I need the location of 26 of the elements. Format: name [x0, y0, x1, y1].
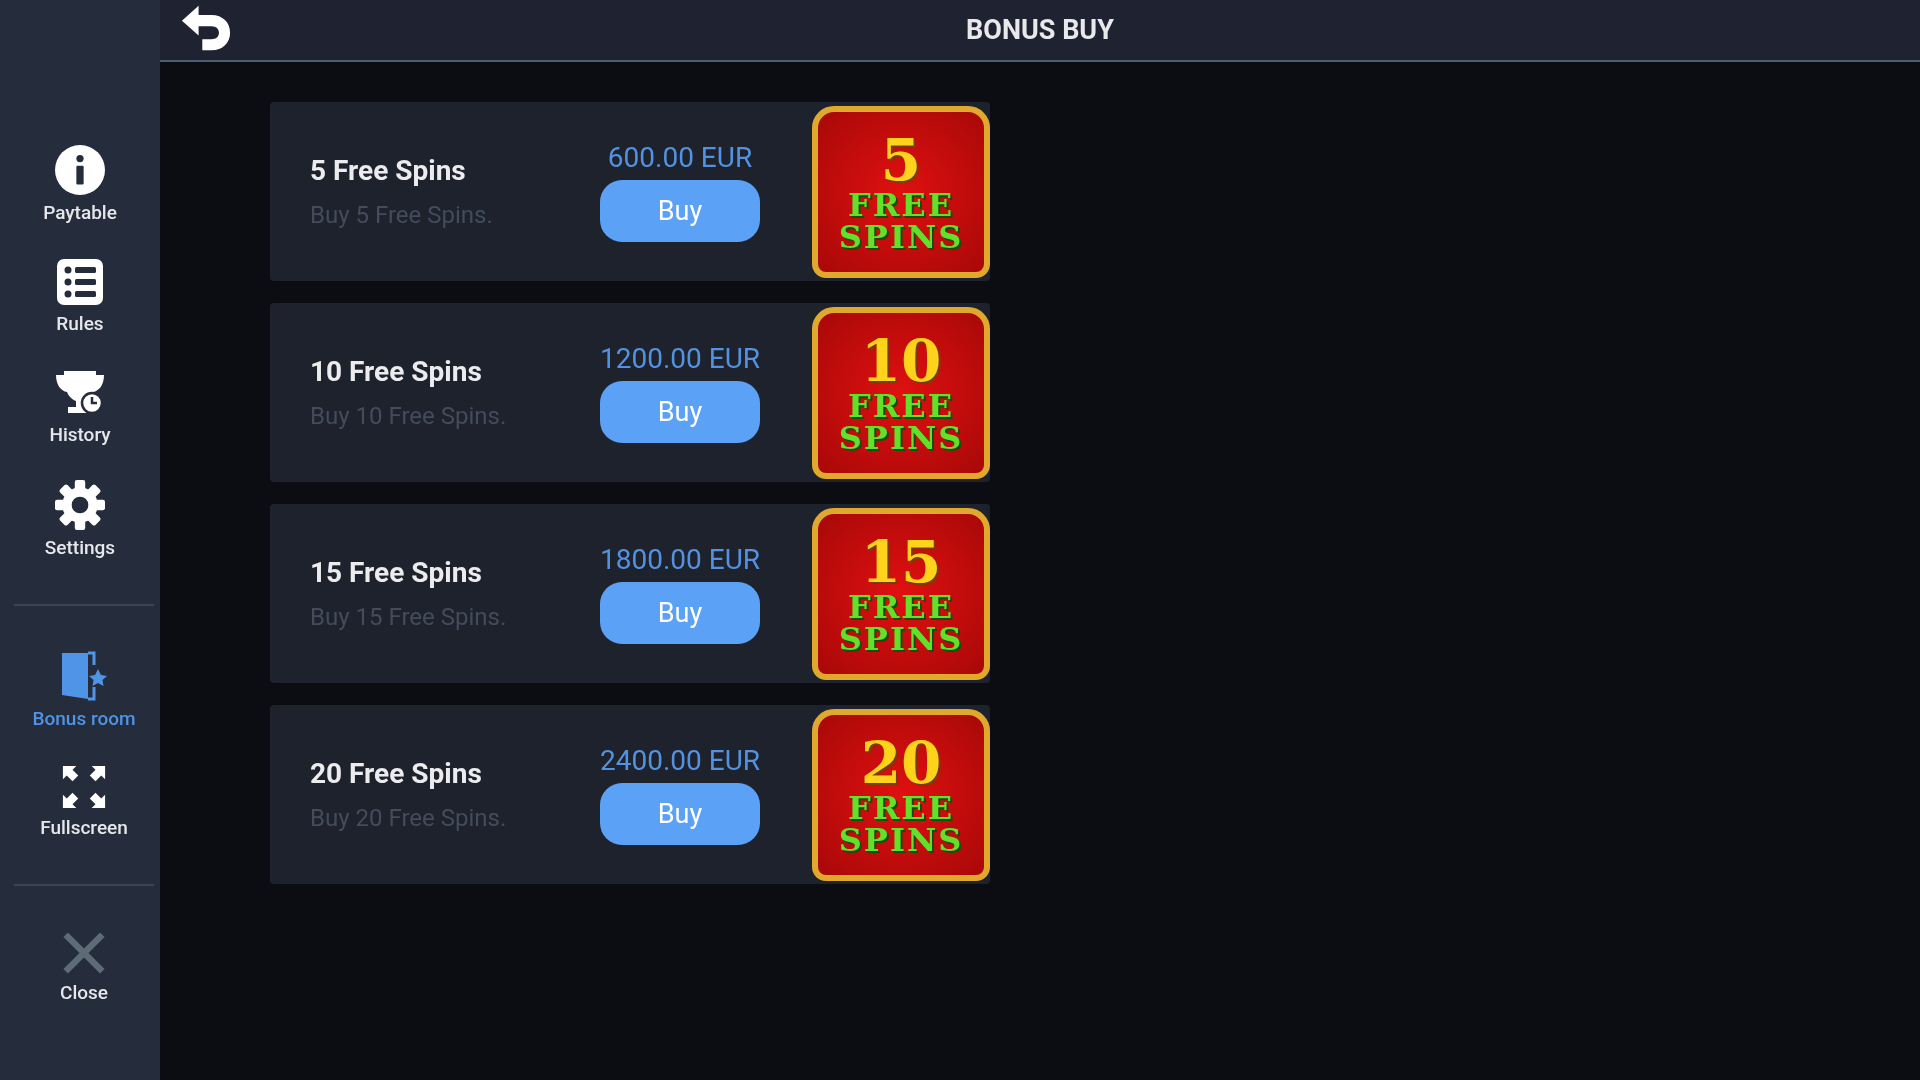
- offer-title: 5 Free Spins: [310, 154, 467, 187]
- sidebar-item[interactable]: Fullscreen: [14, 764, 154, 839]
- door-star-icon: [60, 651, 108, 701]
- sidebar-item[interactable]: Close: [14, 931, 154, 1004]
- page-title: BONUS BUY: [966, 14, 1114, 46]
- fullscreen-icon: [61, 764, 107, 810]
- sidebar-item[interactable]: History: [0, 369, 160, 446]
- free-spins-badge: 20 FREE SPINS: [812, 708, 990, 881]
- price-label: 600.00 EUR: [607, 141, 753, 174]
- sidebar-item[interactable]: Settings: [0, 480, 160, 559]
- price-label: 2400.00 EUR: [599, 744, 761, 777]
- info-icon: [55, 145, 105, 195]
- price-label: 1200.00 EUR: [599, 342, 761, 375]
- price-label: 1800.00 EUR: [599, 543, 761, 576]
- sidebar-item[interactable]: Bonus room: [14, 651, 154, 730]
- free-spins-badge: 15 FREE SPINS: [812, 507, 990, 680]
- sidebar-item[interactable]: Paytable: [0, 145, 160, 224]
- free-spins-badge: 5 FREE SPINS: [812, 105, 990, 278]
- offer-title: 10 Free Spins: [310, 355, 483, 388]
- list-icon: [56, 258, 104, 306]
- sidebar-item[interactable]: Rules: [0, 258, 160, 335]
- gear-icon: [55, 480, 105, 530]
- offer-title: 20 Free Spins: [310, 757, 483, 790]
- close-icon: [62, 931, 106, 975]
- offer-title: 15 Free Spins: [310, 556, 483, 589]
- free-spins-badge: 10 FREE SPINS: [812, 306, 990, 479]
